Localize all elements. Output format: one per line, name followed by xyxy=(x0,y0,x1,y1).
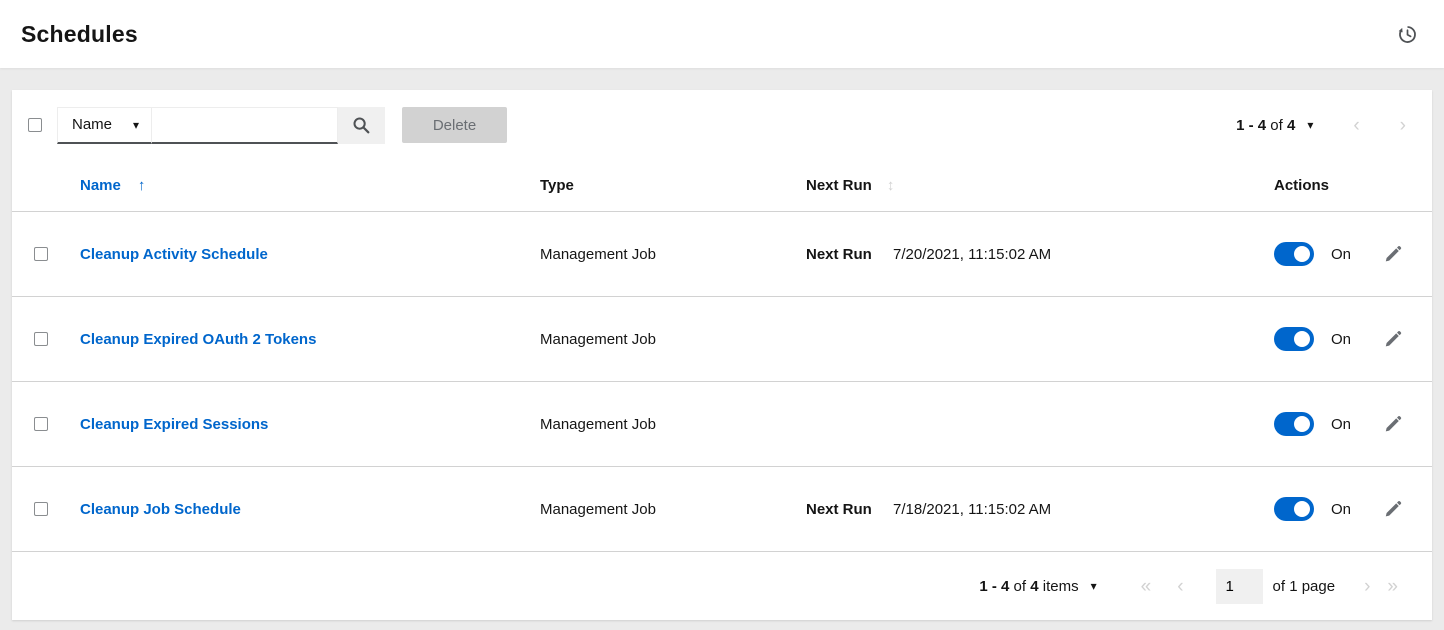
top-pagination: 1 - 4 of 4 ▾ ‹ › xyxy=(1236,116,1406,135)
column-header-next-run[interactable]: Next Run xyxy=(806,177,872,194)
first-page-chevron-icon[interactable]: « xyxy=(1141,577,1152,596)
edit-schedule-button[interactable] xyxy=(1384,415,1402,433)
next-run-value: 7/20/2021, 11:15:02 AM xyxy=(893,246,1051,263)
pencil-edit-icon xyxy=(1384,415,1402,433)
search-input[interactable] xyxy=(152,107,338,144)
items-total: 4 xyxy=(1030,578,1038,595)
footer-pagination: 1 - 4 of 4 items ▾ « ‹ of 1 page › » xyxy=(12,551,1432,620)
history-icon[interactable] xyxy=(1394,21,1420,47)
pencil-edit-icon xyxy=(1384,330,1402,348)
row-checkbox[interactable] xyxy=(34,332,48,346)
schedule-name-link[interactable]: Cleanup Expired Sessions xyxy=(80,416,268,433)
items-range: 1 - 4 xyxy=(979,578,1009,595)
schedule-type: Management Job xyxy=(540,246,656,263)
edit-schedule-button[interactable] xyxy=(1384,500,1402,518)
row-checkbox[interactable] xyxy=(34,247,48,261)
next-run-value: 7/18/2021, 11:15:02 AM xyxy=(893,501,1051,518)
header-cell-name: Name ↑ xyxy=(80,177,540,194)
next-page-chevron-icon[interactable]: › xyxy=(1364,577,1370,596)
pagination-range: 1 - 4 xyxy=(1236,117,1266,134)
table-row: Cleanup Expired OAuth 2 Tokens Managemen… xyxy=(12,296,1432,381)
toggle-knob xyxy=(1294,246,1310,262)
table-row: Cleanup Job Schedule Management Job Next… xyxy=(12,466,1432,551)
sort-inactive-icon[interactable]: ↕ xyxy=(887,177,895,194)
top-pagination-summary[interactable]: 1 - 4 of 4 xyxy=(1236,117,1295,134)
schedule-name-link[interactable]: Cleanup Activity Schedule xyxy=(80,246,268,263)
schedule-enabled-toggle[interactable] xyxy=(1274,327,1314,351)
table-header-row: Name ↑ Type Next Run ↕ Actions xyxy=(12,160,1432,211)
pagination-total: 4 xyxy=(1287,117,1295,134)
items-caret-down-icon[interactable]: ▾ xyxy=(1091,580,1097,592)
schedule-type: Management Job xyxy=(540,416,656,433)
column-header-type: Type xyxy=(540,177,574,194)
schedule-name-link[interactable]: Cleanup Job Schedule xyxy=(80,501,241,518)
search-icon xyxy=(352,116,371,135)
edit-schedule-button[interactable] xyxy=(1384,330,1402,348)
pagination-of: of xyxy=(1270,117,1283,134)
schedule-enabled-toggle[interactable] xyxy=(1274,497,1314,521)
table-row: Cleanup Activity Schedule Management Job… xyxy=(12,211,1432,296)
toolbar: Name ▾ Delete 1 - 4 of 4 ▾ ‹ › xyxy=(12,90,1432,160)
table-row: Cleanup Expired Sessions Management Job … xyxy=(12,381,1432,466)
schedule-enabled-toggle[interactable] xyxy=(1274,412,1314,436)
schedules-card: Name ▾ Delete 1 - 4 of 4 ▾ ‹ › Name ↑ xyxy=(12,90,1432,620)
search-button[interactable] xyxy=(338,107,385,144)
toggle-state-label: On xyxy=(1331,246,1351,263)
row-checkbox[interactable] xyxy=(34,502,48,516)
header-cell-actions: Actions xyxy=(1274,177,1432,194)
prev-page-chevron-icon[interactable]: ‹ xyxy=(1353,116,1359,135)
page-count-text: of 1 page xyxy=(1273,578,1336,595)
edit-schedule-button[interactable] xyxy=(1384,245,1402,263)
sort-ascending-icon[interactable]: ↑ xyxy=(138,177,146,194)
next-page-chevron-icon[interactable]: › xyxy=(1400,116,1406,135)
header-cell-next-run: Next Run ↕ xyxy=(806,177,1274,194)
schedule-type: Management Job xyxy=(540,501,656,518)
page-title: Schedules xyxy=(21,21,138,48)
header-cell-type: Type xyxy=(540,177,806,194)
caret-down-icon: ▾ xyxy=(133,119,139,131)
toggle-knob xyxy=(1294,501,1310,517)
schedule-name-link[interactable]: Cleanup Expired OAuth 2 Tokens xyxy=(80,331,316,348)
select-all-checkbox[interactable] xyxy=(28,118,42,132)
next-run-label: Next Run xyxy=(806,246,893,263)
toggle-knob xyxy=(1294,416,1310,432)
toggle-state-label: On xyxy=(1331,331,1351,348)
last-page-chevron-icon[interactable]: » xyxy=(1387,577,1398,596)
toggle-state-label: On xyxy=(1331,416,1351,433)
filter-type-selected: Name xyxy=(72,116,112,133)
column-header-name[interactable]: Name xyxy=(80,177,121,194)
items-summary[interactable]: 1 - 4 of 4 items xyxy=(979,578,1078,595)
items-word: items xyxy=(1043,578,1079,595)
schedule-enabled-toggle[interactable] xyxy=(1274,242,1314,266)
filter-type-dropdown[interactable]: Name ▾ xyxy=(57,107,152,144)
current-page-input[interactable] xyxy=(1216,569,1263,604)
items-of: of xyxy=(1014,578,1027,595)
delete-button[interactable]: Delete xyxy=(402,107,507,143)
page-header: Schedules xyxy=(0,0,1444,68)
schedule-type: Management Job xyxy=(540,331,656,348)
next-run-label: Next Run xyxy=(806,501,893,518)
pencil-edit-icon xyxy=(1384,500,1402,518)
column-header-actions: Actions xyxy=(1274,177,1329,194)
prev-page-chevron-icon[interactable]: ‹ xyxy=(1177,577,1183,596)
history-clock-icon xyxy=(1396,23,1418,45)
row-checkbox[interactable] xyxy=(34,417,48,431)
pencil-edit-icon xyxy=(1384,245,1402,263)
toggle-knob xyxy=(1294,331,1310,347)
pagination-caret-down-icon[interactable]: ▾ xyxy=(1307,119,1313,131)
toggle-state-label: On xyxy=(1331,501,1351,518)
